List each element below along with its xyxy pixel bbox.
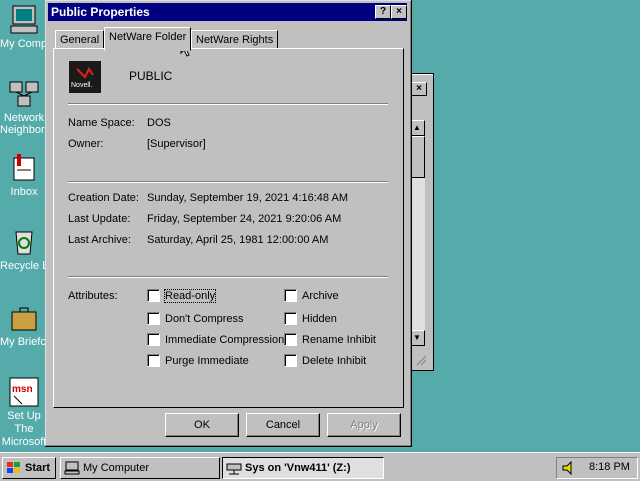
taskbar: Start My Computer Sys on 'Vnw411' (Z:) 8…	[0, 452, 640, 481]
novell-logo-text: Novell.	[71, 82, 93, 89]
network-drive-icon	[226, 463, 242, 475]
last-update-value: Friday, September 24, 2021 9:20:06 AM	[147, 213, 342, 225]
help-button[interactable]: ?	[375, 5, 391, 19]
ok-button[interactable]: OK	[165, 413, 239, 437]
last-archive-label: Last Archive:	[68, 234, 131, 246]
desktop-icon-label: Recycle Bin	[0, 260, 48, 272]
folder-name: PUBLIC	[129, 69, 173, 83]
purge-immediate-checkbox[interactable]	[147, 354, 160, 367]
computer-icon	[8, 4, 40, 36]
owner-label: Owner:	[68, 138, 104, 150]
name-space-value: DOS	[147, 117, 171, 129]
purge-immediate-label[interactable]: Purge Immediate	[165, 355, 249, 367]
speaker-icon[interactable]	[561, 460, 577, 476]
delete-inhibit-checkbox[interactable]	[284, 354, 297, 367]
svg-text:msn: msn	[12, 384, 33, 395]
archive-label[interactable]: Archive	[302, 290, 339, 302]
system-tray: 8:18 PM	[556, 457, 638, 479]
creation-date-label: Creation Date:	[68, 192, 139, 204]
clock[interactable]: 8:18 PM	[589, 461, 630, 473]
apply-button[interactable]: Apply	[327, 413, 401, 437]
desktop-icon-label: Set Up The Microsoft Network	[1, 410, 47, 450]
resize-grip-icon[interactable]	[415, 354, 427, 366]
desktop-icon-my-computer[interactable]: My Computer	[0, 4, 48, 50]
taskbar-item-label: My Computer	[83, 462, 150, 474]
taskbar-item-sys-drive[interactable]: Sys on 'Vnw411' (Z:)	[222, 457, 384, 479]
hidden-checkbox[interactable]	[284, 312, 297, 325]
briefcase-icon	[8, 302, 40, 334]
msn-icon: msn	[8, 376, 40, 408]
read-only-checkbox[interactable]	[147, 289, 160, 302]
taskbar-item-label: Sys on 'Vnw411' (Z:)	[245, 462, 351, 474]
desktop-icon-label: Inbox	[10, 186, 38, 198]
tab-netware-folder[interactable]: NetWare Folder	[104, 27, 192, 51]
network-icon	[8, 78, 40, 110]
taskbar-item-my-computer[interactable]: My Computer	[60, 457, 220, 479]
last-archive-value: Saturday, April 25, 1981 12:00:00 AM	[147, 234, 329, 246]
name-space-label: Name Space:	[68, 117, 135, 129]
archive-checkbox[interactable]	[284, 289, 297, 302]
properties-dialog: Public Properties ? × General NetWare Fo…	[45, 0, 412, 447]
windows-logo-icon	[7, 462, 20, 473]
tab-panel: Novell. PUBLIC Name Space: DOS Owner: [S…	[53, 48, 404, 408]
dont-compress-checkbox[interactable]	[147, 312, 160, 325]
creation-date-value: Sunday, September 19, 2021 4:16:48 AM	[147, 192, 348, 204]
immediate-compression-label[interactable]: Immediate Compression	[165, 334, 284, 346]
start-button[interactable]: Start	[2, 457, 56, 479]
attributes-label: Attributes:	[68, 290, 118, 302]
separator	[68, 276, 388, 278]
last-update-label: Last Update:	[68, 213, 131, 225]
recycle-bin-icon	[8, 226, 40, 258]
desktop-icon-label: My Computer	[0, 38, 48, 50]
desktop-icon-recycle-bin[interactable]: Recycle Bin	[0, 226, 48, 272]
start-label: Start	[25, 462, 51, 474]
title-bar[interactable]: Public Properties ? ×	[48, 3, 407, 21]
separator	[68, 103, 388, 105]
dont-compress-label[interactable]: Don't Compress	[165, 313, 244, 325]
cancel-button[interactable]: Cancel	[246, 413, 320, 437]
rename-inhibit-checkbox[interactable]	[284, 333, 297, 346]
tab-general[interactable]: General	[55, 30, 105, 49]
computer-icon	[64, 461, 80, 475]
desktop-icon-inbox[interactable]: Inbox	[0, 152, 48, 198]
delete-inhibit-label[interactable]: Delete Inhibit	[302, 355, 366, 367]
close-icon[interactable]: ×	[411, 82, 427, 96]
desktop-icon-msn-setup[interactable]: msn Set Up The Microsoft Network	[0, 376, 48, 450]
read-only-label[interactable]: Read-only	[163, 289, 217, 303]
owner-value: [Supervisor]	[147, 138, 206, 150]
desktop-icon-label: My Briefcase	[0, 336, 48, 348]
tab-netware-rights[interactable]: NetWare Rights	[191, 30, 279, 49]
novell-logo: Novell.	[69, 61, 101, 93]
desktop-icon-my-briefcase[interactable]: My Briefcase	[0, 302, 48, 348]
hidden-label[interactable]: Hidden	[302, 313, 337, 325]
separator	[68, 181, 388, 183]
desktop-icon-network-neighborhood[interactable]: Network Neighborhood	[0, 78, 48, 136]
immediate-compression-checkbox[interactable]	[147, 333, 160, 346]
close-button[interactable]: ×	[391, 5, 407, 19]
rename-inhibit-label[interactable]: Rename Inhibit	[302, 334, 376, 346]
inbox-icon	[8, 152, 40, 184]
dialog-title: Public Properties	[51, 5, 150, 19]
desktop-icon-label: Network Neighborhood	[0, 112, 48, 136]
